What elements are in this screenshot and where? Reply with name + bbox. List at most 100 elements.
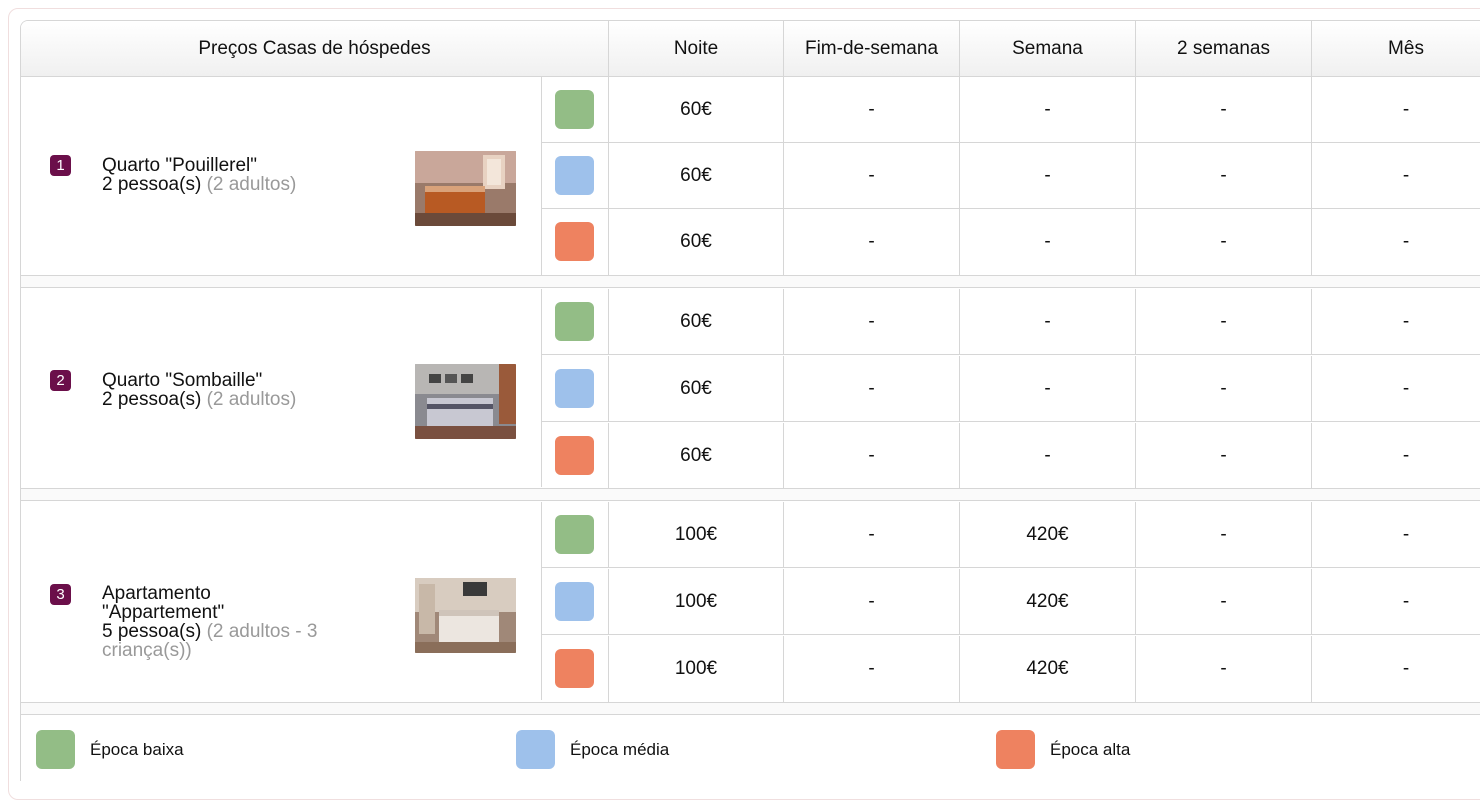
price-row-low-season: 100€ - 420€ - - [542,502,1480,568]
room-group-3: 3 Apartamento "Appartement" 5 pessoa(s) … [21,502,1480,703]
low-season-swatch [36,730,75,769]
room-photo[interactable] [415,151,516,226]
price-month: - [1312,77,1480,142]
high-season-swatch [555,222,594,261]
mid-season-swatch [516,730,555,769]
room-group-2: 2 Quarto "Sombaille" 2 pessoa(s) (2 adul… [21,289,1480,489]
price-row-mid-season: 60€ - - - - [542,356,1480,422]
price-two-weeks: - [1136,356,1312,421]
room-photo[interactable] [415,578,516,653]
low-season-swatch [555,90,594,129]
room-group-1: 1 Quarto "Pouillerel" 2 pessoa(s) (2 adu… [21,77,1480,276]
price-month: - [1312,636,1480,702]
price-month: - [1312,143,1480,208]
room-occupants: (2 adultos) [206,389,297,410]
room-occupants: (2 adultos - 3 [206,621,318,642]
mid-season-swatch [555,369,594,408]
legend-label: Época alta [1050,739,1131,759]
season-swatch-cell [542,143,609,208]
room-info: 3 Apartamento "Appartement" 5 pessoa(s) … [21,502,542,700]
room-capacity-line: 2 pessoa(s) (2 adultos) [102,175,392,194]
legend-label: Época baixa [90,739,184,759]
row-separator [21,276,1480,288]
price-weekend: - [784,356,960,421]
room-number-badge: 3 [50,584,71,605]
table-title: Preços Casas de hóspedes [21,21,609,76]
legend-item-high-season: Época alta [996,730,1130,769]
price-two-weeks: - [1136,209,1312,275]
season-swatch-cell [542,289,609,354]
room-description: Apartamento "Appartement" 5 pessoa(s) (2… [102,584,392,660]
room-capacity-line: 2 pessoa(s) (2 adultos) [102,390,392,409]
price-month: - [1312,209,1480,275]
room-name: Quarto "Sombaille" [102,370,263,391]
price-two-weeks: - [1136,143,1312,208]
price-night: 60€ [609,77,784,142]
price-weekend: - [784,502,960,567]
price-row-high-season: 100€ - 420€ - - [542,636,1480,702]
season-swatch-cell [542,209,609,275]
price-night: 100€ [609,636,784,702]
room-capacity: 5 pessoa(s) [102,621,202,642]
price-week: - [960,209,1136,275]
row-separator [21,489,1480,501]
price-night: 60€ [609,356,784,421]
season-swatch-cell [542,569,609,634]
room-capacity: 2 pessoa(s) [102,174,202,195]
price-weekend: - [784,569,960,634]
season-legend: Época baixa Época média Época alta [21,716,1480,781]
room-occupants-line-2: criança(s)) [102,640,192,661]
price-night: 60€ [609,209,784,275]
mid-season-swatch [555,582,594,621]
price-week: 420€ [960,636,1136,702]
mid-season-swatch [555,156,594,195]
price-week: - [960,356,1136,421]
price-two-weeks: - [1136,289,1312,354]
price-table: Preços Casas de hóspedes Noite Fim-de-se… [20,20,1480,781]
room-info: 1 Quarto "Pouillerel" 2 pessoa(s) (2 adu… [21,77,542,275]
room-description: Quarto "Sombaille" 2 pessoa(s) (2 adulto… [102,371,392,409]
price-month: - [1312,502,1480,567]
column-header-night: Noite [609,21,784,76]
price-night: 60€ [609,143,784,208]
price-week: - [960,289,1136,354]
column-header-month: Mês [1312,21,1480,76]
high-season-swatch [996,730,1035,769]
season-swatch-cell [542,356,609,421]
high-season-swatch [555,436,594,475]
price-weekend: - [784,423,960,489]
price-two-weeks: - [1136,636,1312,702]
price-two-weeks: - [1136,502,1312,567]
price-night: 60€ [609,423,784,489]
season-swatch-cell [542,77,609,142]
room-capacity: 2 pessoa(s) [102,389,202,410]
high-season-swatch [555,649,594,688]
price-two-weeks: - [1136,423,1312,489]
room-photo[interactable] [415,364,516,439]
price-row-high-season: 60€ - - - - [542,423,1480,489]
price-weekend: - [784,636,960,702]
season-swatch-cell [542,502,609,567]
price-weekend: - [784,289,960,354]
room-capacity-line: 5 pessoa(s) (2 adultos - 3 [102,622,392,641]
price-row-mid-season: 100€ - 420€ - - [542,569,1480,635]
room-name-line-2: "Appartement" [102,602,225,623]
price-week: 420€ [960,502,1136,567]
legend-item-mid-season: Época média [516,730,669,769]
room-number-badge: 2 [50,370,71,391]
price-night: 100€ [609,569,784,634]
price-month: - [1312,289,1480,354]
price-two-weeks: - [1136,77,1312,142]
price-row-high-season: 60€ - - - - [542,209,1480,275]
row-separator [21,703,1480,715]
price-month: - [1312,569,1480,634]
price-month: - [1312,423,1480,489]
price-week: 420€ [960,569,1136,634]
price-month: - [1312,356,1480,421]
table-header: Preços Casas de hóspedes Noite Fim-de-se… [21,21,1480,77]
price-row-low-season: 60€ - - - - [542,289,1480,355]
season-swatch-cell [542,423,609,489]
price-week: - [960,143,1136,208]
room-info: 2 Quarto "Sombaille" 2 pessoa(s) (2 adul… [21,289,542,487]
room-name: Quarto "Pouillerel" [102,155,258,176]
